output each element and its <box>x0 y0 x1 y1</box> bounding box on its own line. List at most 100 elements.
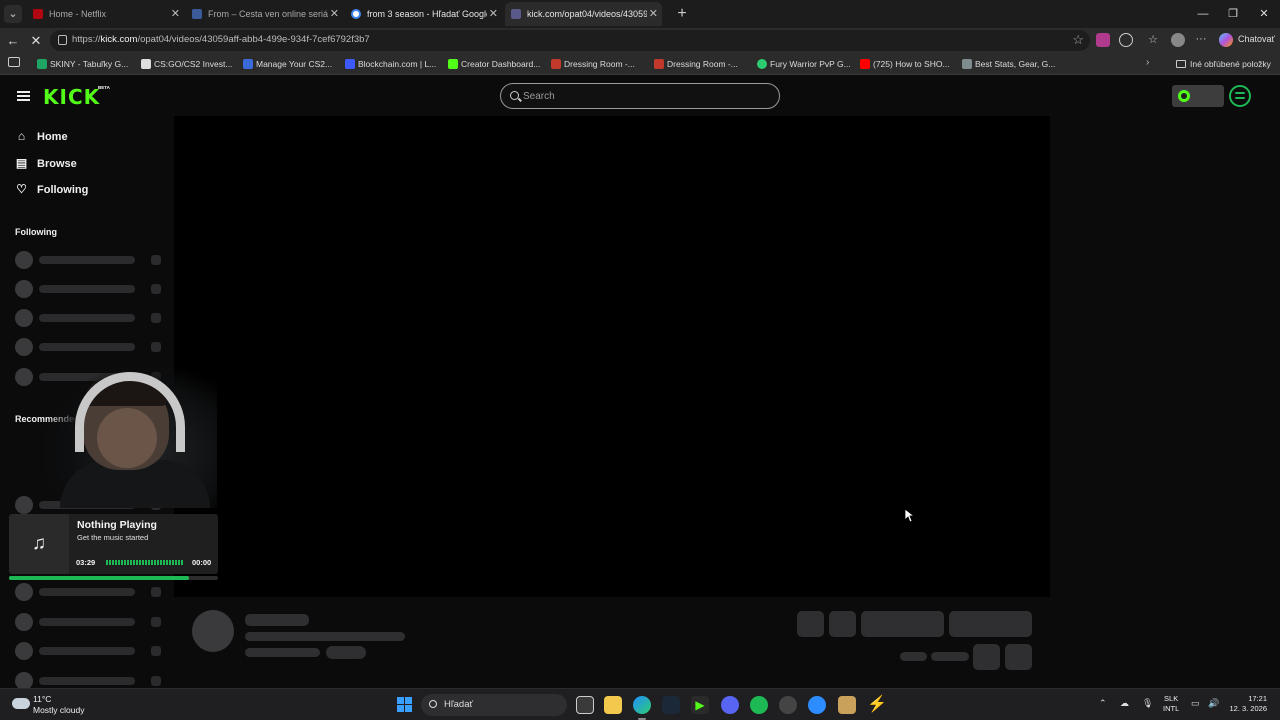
stop-loading-button[interactable]: ✕ <box>26 31 46 51</box>
app-bolt-icon[interactable]: ⚡ <box>867 696 887 714</box>
extensions-icon[interactable] <box>1119 33 1133 47</box>
elapsed-time: 03:29 <box>76 558 96 567</box>
sidebar-item-label: Browse <box>37 158 77 170</box>
video-player[interactable] <box>174 116 1050 597</box>
music-player-widget[interactable]: ♫ Nothing Playing Get the music started … <box>9 514 218 574</box>
discord-icon[interactable] <box>721 696 739 714</box>
bookmark-item[interactable]: Fury Warrior PvP G... <box>757 57 851 71</box>
search-icon <box>429 700 437 708</box>
track-title: Nothing Playing <box>77 519 157 531</box>
bookmark-item[interactable]: CS:GO/CS2 Invest... <box>141 57 232 71</box>
weather-description[interactable]: Mostly cloudy <box>33 705 85 715</box>
input-language[interactable]: SLK INTL <box>1163 694 1179 714</box>
title-skeleton <box>245 614 309 626</box>
sheets-icon <box>37 59 47 69</box>
profile-avatar-icon[interactable] <box>1171 33 1185 47</box>
close-window-button[interactable]: ✕ <box>1249 4 1279 24</box>
share-button-skeleton <box>973 644 1000 670</box>
minimize-button[interactable]: — <box>1188 4 1218 24</box>
more-menu-icon[interactable]: ··· <box>1194 33 1208 47</box>
tab-title: from 3 season - Hľadať Googlom <box>367 9 487 19</box>
back-button[interactable]: ← <box>3 31 23 51</box>
music-note-icon: ♫ <box>9 514 69 574</box>
system-clock[interactable]: 17:21 12. 3. 2026 <box>1225 694 1267 714</box>
volume-icon[interactable]: 🔊 <box>1208 698 1219 709</box>
weather-temperature[interactable]: 11°C <box>33 694 51 704</box>
windows-taskbar: 11°C Mostly cloudy Hľadať ▶ ⚡ ⌃ ☁ 🎙 SLK I… <box>0 688 1280 720</box>
tray-overflow-chevron-icon[interactable]: ⌃ <box>1099 698 1107 709</box>
loading-favicon-icon <box>511 9 521 19</box>
steam-icon[interactable] <box>662 696 680 714</box>
kick-logo[interactable]: KICK <box>43 85 100 109</box>
close-tab-icon[interactable]: ✕ <box>330 2 339 26</box>
top-navigation: KICK BETA Search <box>0 76 1280 116</box>
music-progress-bar[interactable] <box>9 576 218 580</box>
sidebar-item-browse[interactable]: ▤ Browse <box>15 154 77 174</box>
close-tab-icon[interactable]: ✕ <box>649 2 658 26</box>
menu-hamburger-icon[interactable] <box>17 91 30 101</box>
stat-skeleton <box>900 652 927 661</box>
site-icon <box>551 59 561 69</box>
bookmark-item[interactable]: Blockchain.com | L... <box>345 57 436 71</box>
copilot-icon[interactable] <box>1219 33 1233 47</box>
netflix-favicon-icon <box>33 9 43 19</box>
network-icon[interactable]: ▭ <box>1191 698 1200 709</box>
settings-gear-icon[interactable] <box>779 696 797 714</box>
recommended-channel-skeleton <box>15 613 163 631</box>
spotify-taskbar-icon[interactable] <box>750 696 768 714</box>
bookmark-item[interactable]: SKINY - Tabuľky G... <box>37 57 128 71</box>
bookmark-item[interactable]: Creator Dashboard... <box>448 57 540 71</box>
new-tab-button[interactable]: + <box>672 4 692 24</box>
windows-start-icon[interactable] <box>397 697 413 713</box>
youtube-icon <box>860 59 870 69</box>
close-tab-icon[interactable]: ✕ <box>489 2 498 26</box>
microphone-icon[interactable]: 🎙 <box>1142 698 1153 709</box>
home-icon: ⌂ <box>17 129 26 143</box>
extension-toggle[interactable] <box>1172 85 1224 107</box>
close-tab-icon[interactable]: ✕ <box>171 2 180 26</box>
tab-kick-active[interactable]: kick.com/opat04/videos/43059aff ✕ <box>505 2 662 26</box>
maximize-button[interactable]: ❐ <box>1218 4 1248 24</box>
bookmark-item[interactable]: Manage Your CS2... <box>243 57 332 71</box>
spotify-icon[interactable] <box>1229 85 1251 107</box>
action-button-skeleton <box>797 611 824 637</box>
bookmarks-overflow-chevron-icon[interactable]: › <box>1146 57 1149 68</box>
track-subtitle: Get the music started <box>77 533 149 542</box>
search-placeholder: Search <box>523 91 555 102</box>
task-view-icon[interactable] <box>576 696 594 714</box>
action-button-skeleton <box>861 611 944 637</box>
favorite-star-icon[interactable]: ☆ <box>1072 32 1084 48</box>
league-icon[interactable] <box>838 696 856 714</box>
following-heading: Following <box>15 227 57 237</box>
other-bookmarks-folder[interactable]: Iné obľúbené položky <box>1176 57 1271 71</box>
favorites-icon[interactable]: ☆ <box>1146 33 1160 47</box>
address-bar-row: ← ✕ https://kick.com/opat04/videos/43059… <box>0 28 1280 53</box>
bookmark-item[interactable]: Dressing Room -... <box>654 57 738 71</box>
bookmark-item[interactable]: Best Stats, Gear, G... <box>962 57 1055 71</box>
play-app-icon[interactable]: ▶ <box>691 696 709 714</box>
url-text: https://kick.com/opat04/videos/43059aff-… <box>72 34 370 45</box>
sidebar-item-home[interactable]: ⌂ Home <box>15 127 68 147</box>
extension-shield-icon[interactable] <box>1096 33 1110 47</box>
sidebar-item-following[interactable]: ♡ Following <box>15 180 88 200</box>
site-icon <box>243 59 253 69</box>
address-bar[interactable]: https://kick.com/opat04/videos/43059aff-… <box>50 30 1090 51</box>
tab-from-serial[interactable]: From – Cesta ven online seriál | bo ✕ <box>186 2 343 26</box>
browser-tabstrip: ⌄ Home - Netflix ✕ From – Cesta ven onli… <box>0 0 1280 28</box>
tab-netflix[interactable]: Home - Netflix ✕ <box>27 2 184 26</box>
tab-google-search[interactable]: from 3 season - Hľadať Googlom ✕ <box>345 2 502 26</box>
onedrive-icon[interactable]: ☁ <box>1120 698 1129 709</box>
app-icon[interactable] <box>808 696 826 714</box>
bookmark-item[interactable]: (725) How to SHO... <box>860 57 950 71</box>
audio-visualizer <box>106 560 184 565</box>
cloud-icon[interactable] <box>12 698 30 709</box>
edge-browser-icon[interactable] <box>633 696 651 714</box>
file-explorer-icon[interactable] <box>604 696 622 714</box>
copilot-chat-label[interactable]: Chatovať <box>1238 34 1275 44</box>
taskbar-search[interactable]: Hľadať <box>421 694 567 716</box>
tab-search-button[interactable]: ⌄ <box>4 5 22 23</box>
search-input[interactable]: Search <box>500 83 780 109</box>
split-screen-icon[interactable] <box>8 57 20 67</box>
more-button-skeleton <box>1005 644 1032 670</box>
bookmark-item[interactable]: Dressing Room -... <box>551 57 635 71</box>
